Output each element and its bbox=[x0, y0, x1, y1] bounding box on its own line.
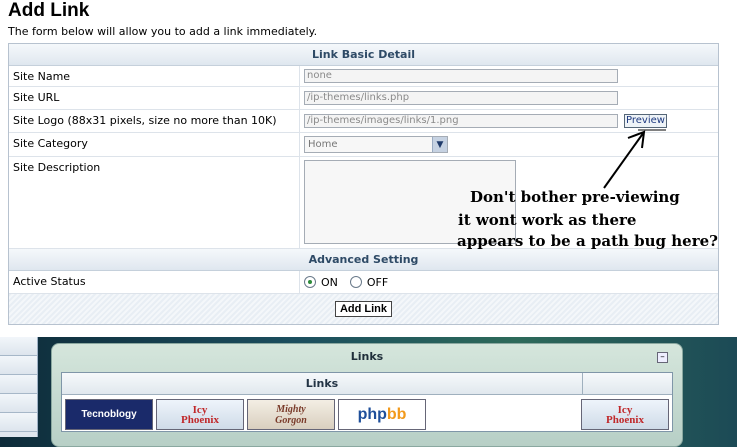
minimize-icon[interactable]: – bbox=[657, 352, 668, 363]
mighty-gorgon-logo[interactable]: Mighty Gorgon bbox=[247, 399, 335, 430]
status-off-label: OFF bbox=[366, 275, 389, 289]
links-box: Links Tecnoblogy Icy Phoenix Mighty Gorgon… bbox=[61, 372, 673, 432]
site-logo-label: Site Logo (88x31 pixels, size no more th… bbox=[13, 114, 277, 127]
links-panel-title: Links bbox=[350, 350, 384, 363]
left-menu-item[interactable] bbox=[0, 375, 37, 394]
links-panel: Links – Links Tecnoblogy Icy Phoenix Migh… bbox=[51, 343, 683, 447]
annotation-line-2: it wont work as there bbox=[458, 211, 637, 229]
row-active-status: Active Status ON OFF bbox=[9, 271, 718, 294]
icy-phoenix-logo[interactable]: Icy Phoenix bbox=[156, 399, 244, 430]
chevron-down-icon[interactable]: ▼ bbox=[432, 137, 447, 152]
mighty-logo-bottom: Gorgon bbox=[275, 414, 307, 426]
phpbb-logo-main: php bbox=[357, 405, 387, 423]
tecnoblogy-logo[interactable]: Tecnoblogy bbox=[65, 399, 153, 430]
annotation-arrow-icon bbox=[603, 129, 666, 189]
site-description-label: Site Description bbox=[13, 161, 101, 174]
site-name-input[interactable]: none bbox=[304, 69, 618, 83]
site-category-label: Site Category bbox=[13, 137, 88, 150]
site-url-input[interactable]: /ip-themes/links.php bbox=[304, 91, 618, 105]
status-off-radio[interactable] bbox=[349, 276, 362, 288]
left-menu-item[interactable] bbox=[0, 394, 37, 413]
section-header-advanced: Advanced Setting bbox=[9, 249, 718, 271]
mighty-logo-top: Mighty bbox=[276, 403, 306, 415]
section-header-basic: Link Basic Detail bbox=[9, 44, 718, 66]
add-link-button[interactable]: Add Link bbox=[334, 301, 393, 317]
form-footer: Add Link bbox=[9, 294, 718, 324]
mighty-gorgon-logo-text: Mighty Gorgon bbox=[275, 404, 307, 426]
annotation-line-3: appears to be a path bug here? bbox=[457, 232, 718, 250]
site-url-cell: /ip-themes/links.php bbox=[299, 87, 718, 109]
annotation-line-1: Don't bother pre-viewing bbox=[470, 188, 680, 206]
icy-right-bottom: Phoenix bbox=[606, 413, 644, 426]
active-status-cell: ON OFF bbox=[299, 271, 718, 293]
icy-logo-bottom: Phoenix bbox=[181, 413, 219, 426]
row-site-url: Site URL /ip-themes/links.php bbox=[9, 87, 718, 110]
site-url-label: Site URL bbox=[13, 91, 60, 104]
left-menu-strip bbox=[0, 337, 38, 437]
icy-phoenix-logo-text: Icy Phoenix bbox=[181, 404, 219, 426]
phpbb-logo[interactable]: php bb bbox=[338, 399, 426, 430]
icy-phoenix-logo-right[interactable]: Icy Phoenix bbox=[581, 399, 669, 430]
left-menu-item[interactable] bbox=[0, 337, 37, 356]
links-header: Links bbox=[62, 373, 672, 395]
active-status-label: Active Status bbox=[13, 275, 86, 288]
row-site-name: Site Name none bbox=[9, 66, 718, 87]
status-on-radio[interactable] bbox=[304, 276, 316, 288]
site-category-select[interactable]: Home ▼ bbox=[304, 136, 448, 153]
site-category-value: Home bbox=[308, 139, 338, 150]
site-logo-input[interactable]: /ip-themes/images/links/1.png bbox=[304, 114, 618, 128]
left-menu-item[interactable] bbox=[0, 356, 37, 375]
status-on-label: ON bbox=[321, 275, 338, 289]
icy-phoenix-right-text: Icy Phoenix bbox=[606, 404, 644, 426]
links-column-header: Links bbox=[305, 377, 339, 390]
links-column-spacer bbox=[582, 373, 672, 394]
page-title: Add Link bbox=[8, 0, 90, 21]
phpbb-logo-accent: bb bbox=[386, 405, 407, 423]
left-menu-item[interactable] bbox=[0, 413, 37, 432]
site-name-label: Site Name bbox=[13, 70, 71, 83]
site-name-cell: none bbox=[299, 66, 718, 86]
page-description: The form below will allow you to add a l… bbox=[8, 25, 318, 38]
tecnoblogy-logo-text: Tecnoblogy bbox=[81, 409, 137, 420]
